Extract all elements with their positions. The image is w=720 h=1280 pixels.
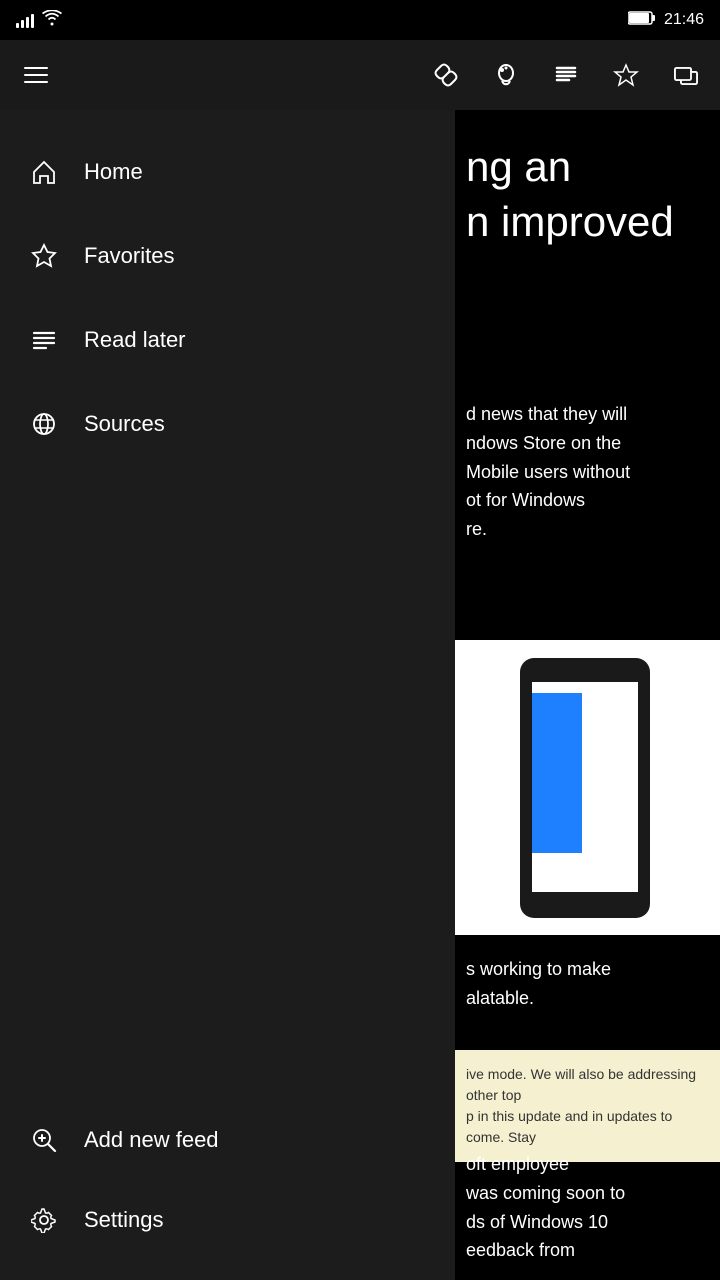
sidebar-settings-label: Settings xyxy=(84,1207,164,1233)
sidebar-item-settings[interactable]: Settings xyxy=(0,1180,455,1260)
sources-icon xyxy=(24,404,64,444)
share-icon[interactable] xyxy=(664,53,708,97)
favorites-sidebar-icon xyxy=(24,236,64,276)
main-container: ng ann improved d news that they will nd… xyxy=(0,110,720,1280)
hamburger-line-1 xyxy=(24,67,48,69)
sidebar-home-label: Home xyxy=(84,159,143,185)
notifications-icon[interactable] xyxy=(484,53,528,97)
wifi-icon xyxy=(42,10,62,31)
favorites-icon[interactable] xyxy=(604,53,648,97)
sidebar-read-later-label: Read later xyxy=(84,327,186,353)
toolbar-right xyxy=(424,53,708,97)
toolbar xyxy=(0,40,720,110)
sidebar-add-feed-label: Add new feed xyxy=(84,1127,219,1153)
clock: 21:46 xyxy=(664,11,704,29)
signal-bars xyxy=(16,12,34,28)
read-later-icon xyxy=(24,320,64,360)
sidebar-item-sources[interactable]: Sources xyxy=(0,382,455,466)
reading-list-icon[interactable] xyxy=(544,53,588,97)
battery-icon xyxy=(628,10,656,31)
sidebar: Home Favorites xyxy=(0,110,455,1280)
hamburger-line-2 xyxy=(24,74,48,76)
signal-bar-3 xyxy=(26,17,29,28)
toolbar-left xyxy=(12,51,60,99)
link-icon[interactable] xyxy=(424,53,468,97)
article-body-3: oft employee was coming soon to ds of Wi… xyxy=(450,1150,720,1265)
article-image xyxy=(450,640,720,935)
sidebar-item-read-later[interactable]: Read later xyxy=(0,298,455,382)
signal-bar-1 xyxy=(16,23,19,28)
sidebar-item-favorites[interactable]: Favorites xyxy=(0,214,455,298)
article-body-1: d news that they will ndows Store on the… xyxy=(450,400,720,544)
article-body-2: s working to make alatable. xyxy=(450,955,720,1013)
home-icon xyxy=(24,152,64,192)
signal-bar-4 xyxy=(31,14,34,28)
sidebar-item-add-feed[interactable]: Add new feed xyxy=(0,1100,455,1180)
sidebar-sources-label: Sources xyxy=(84,411,165,437)
status-left xyxy=(16,10,62,31)
status-bar: 21:46 xyxy=(0,0,720,40)
article-quote: ive mode. We will also be addressing oth… xyxy=(450,1050,720,1162)
sidebar-favorites-label: Favorites xyxy=(84,243,174,269)
hamburger-line-3 xyxy=(24,81,48,83)
sidebar-nav: Home Favorites xyxy=(0,110,455,1100)
article-heading-partial: ng ann improved xyxy=(450,140,720,249)
settings-icon xyxy=(24,1200,64,1240)
status-right: 21:46 xyxy=(628,10,704,31)
sidebar-bottom: Add new feed Settings xyxy=(0,1100,455,1280)
sidebar-item-home[interactable]: Home xyxy=(0,130,455,214)
hamburger-button[interactable] xyxy=(12,51,60,99)
add-feed-icon xyxy=(24,1120,64,1160)
signal-bar-2 xyxy=(21,20,24,28)
